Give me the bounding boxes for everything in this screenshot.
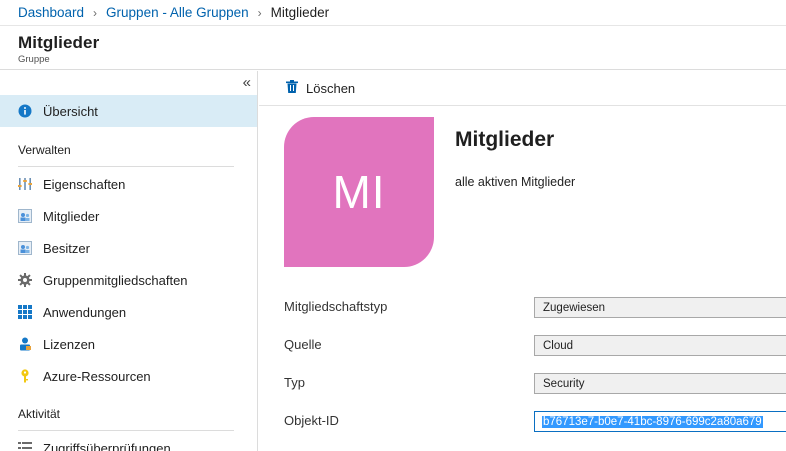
breadcrumb-dashboard-link[interactable]: Dashboard (18, 5, 84, 20)
main-content: Löschen MI Mitglieder alle aktiven Mitgl… (259, 71, 786, 451)
license-icon (18, 337, 32, 351)
sidebar-item-label: Azure-Ressourcen (43, 368, 151, 384)
properties-icon (18, 177, 32, 191)
toolbar: Löschen (259, 71, 786, 106)
breadcrumb-current: Mitglieder (270, 5, 330, 20)
type-label: Typ (284, 375, 305, 390)
sidebar-item-owners[interactable]: Besitzer (0, 232, 257, 264)
type-field: Security (534, 373, 786, 394)
delete-button-label: Löschen (306, 80, 356, 96)
sidebar-item-label: Lizenzen (43, 336, 96, 352)
sidebar-item-label: Zugriffsüberprüfungen (43, 440, 171, 451)
collapse-sidebar-button[interactable]: « (243, 74, 251, 91)
group-description: alle aktiven Mitglieder (455, 175, 576, 189)
gear-icon (18, 273, 32, 287)
breadcrumb-groups-link[interactable]: Gruppen - Alle Gruppen (106, 5, 249, 20)
sidebar-item-access-reviews[interactable]: Zugriffsüberprüfungen (0, 432, 257, 451)
chevron-right-icon: › (257, 5, 262, 20)
sidebar-item-properties[interactable]: Eigenschaften (0, 168, 257, 200)
grid-icon (18, 305, 32, 319)
sidebar-item-label: Mitglieder (43, 208, 100, 224)
group-name: Mitglieder (455, 128, 555, 151)
membership-type-label: Mitgliedschaftstyp (284, 299, 388, 314)
object-id-label: Objekt-ID (284, 413, 339, 428)
page-subtitle: Gruppe (18, 54, 50, 65)
object-id-value[interactable]: b76713e7-b0e7-41bc-8976-699c2a80a679 (542, 415, 763, 428)
sidebar-item-label: Übersicht (43, 103, 98, 119)
trash-icon (286, 80, 298, 96)
source-field: Cloud (534, 335, 786, 356)
sidebar-item-label: Anwendungen (43, 304, 127, 320)
sidebar-item-label: Besitzer (43, 240, 90, 256)
sidebar-item-label: Gruppenmitgliedschaften (43, 272, 188, 288)
sidebar-item-azure-resources[interactable]: Azure-Ressourcen (0, 360, 257, 392)
members-icon (18, 209, 32, 223)
object-id-field[interactable]: b76713e7-b0e7-41bc-8976-699c2a80a679 (534, 411, 786, 432)
page-header: Mitglieder Gruppe (0, 27, 786, 70)
section-title-activity: Aktivität (18, 407, 61, 421)
info-icon (18, 104, 32, 118)
sidebar: « Übersicht Verwalten Eigenschaften Mitg… (0, 71, 258, 451)
membership-type-field: Zugewiesen (534, 297, 786, 318)
sidebar-item-overview[interactable]: Übersicht (0, 95, 257, 127)
breadcrumb: Dashboard › Gruppen - Alle Gruppen › Mit… (0, 0, 786, 26)
delete-button[interactable]: Löschen (286, 80, 355, 96)
sidebar-item-members[interactable]: Mitglieder (0, 200, 257, 232)
sidebar-item-group-memberships[interactable]: Gruppenmitgliedschaften (0, 264, 257, 296)
sidebar-item-label: Eigenschaften (43, 176, 126, 192)
key-icon (18, 369, 32, 383)
list-icon (18, 441, 32, 451)
sidebar-item-applications[interactable]: Anwendungen (0, 296, 257, 328)
chevron-right-icon: › (93, 5, 98, 20)
divider (18, 430, 234, 431)
divider (18, 166, 234, 167)
sidebar-item-licenses[interactable]: Lizenzen (0, 328, 257, 360)
source-label: Quelle (284, 337, 322, 352)
owners-icon (18, 241, 32, 255)
page-title: Mitglieder (18, 33, 100, 52)
group-avatar: MI (284, 117, 434, 267)
section-title-manage: Verwalten (18, 143, 71, 157)
